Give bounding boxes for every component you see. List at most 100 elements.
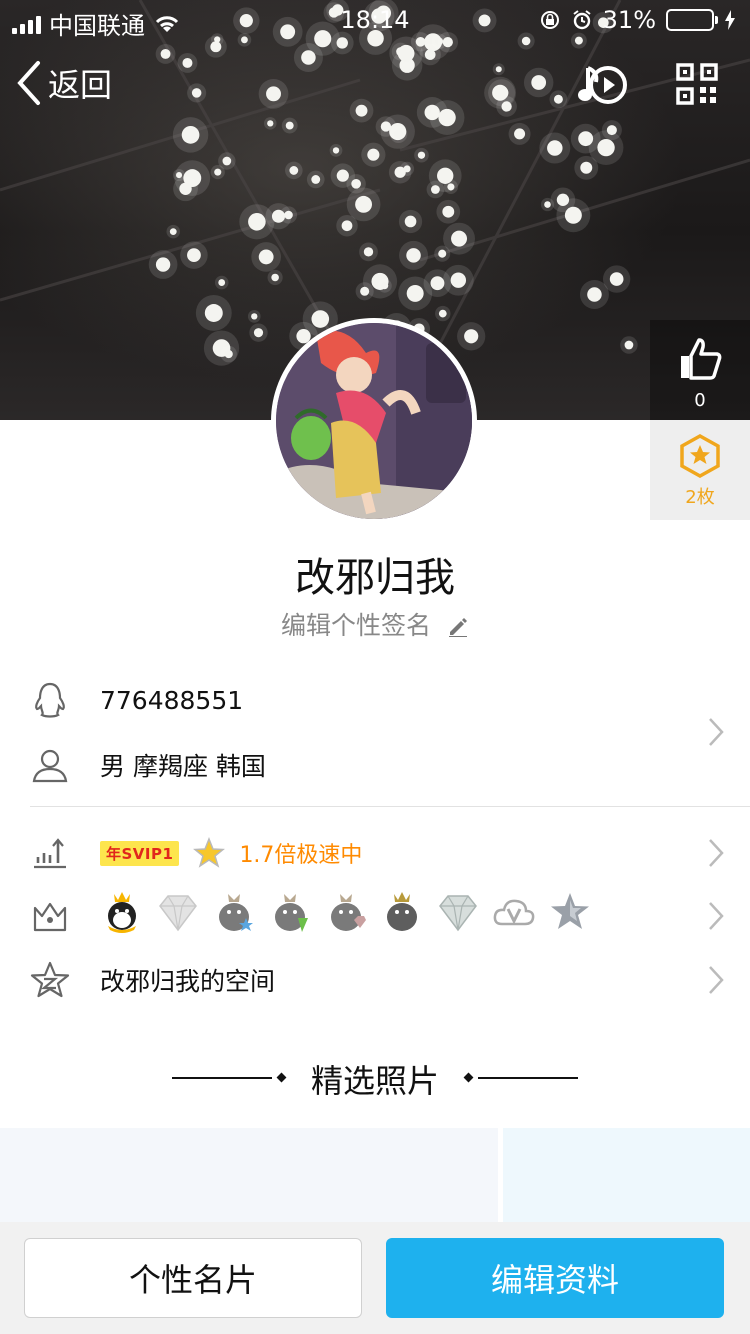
- gray-penguin-star-icon[interactable]: [212, 890, 256, 934]
- light-bulb: [253, 328, 264, 338]
- light-bulb: [182, 57, 193, 68]
- signature-edit[interactable]: 编辑个性签名: [0, 606, 750, 642]
- avatar[interactable]: [271, 318, 477, 524]
- light-bulb: [311, 310, 330, 328]
- light-bulb: [531, 75, 547, 90]
- light-bulb: [437, 167, 454, 184]
- avatar-image: [276, 323, 472, 519]
- chevron-right-icon[interactable]: [708, 717, 724, 747]
- alarm-icon: [573, 10, 591, 30]
- light-bulb: [266, 86, 281, 102]
- featured-photo[interactable]: [0, 1128, 498, 1228]
- chevron-right-icon: [709, 839, 724, 867]
- music-play-icon[interactable]: [578, 62, 630, 108]
- light-bulb: [547, 140, 563, 156]
- light-bulb: [248, 212, 266, 231]
- light-bulb: [578, 131, 594, 147]
- gender-info-row[interactable]: 男 摩羯座 韩国: [0, 735, 750, 795]
- light-bulb: [494, 86, 509, 100]
- light-bulb: [341, 220, 353, 232]
- light-bulb: [464, 329, 479, 344]
- light-bulb: [624, 340, 634, 350]
- light-bulb: [204, 304, 223, 322]
- light-bulb: [187, 248, 201, 263]
- light-bulb: [224, 349, 233, 359]
- signature-placeholder: 编辑个性签名: [281, 611, 432, 640]
- gray-penguin-crown-icon[interactable]: [380, 890, 424, 934]
- light-bulb: [451, 230, 468, 247]
- profile-card-button[interactable]: 个性名片: [24, 1238, 362, 1318]
- gray-penguin-diamond-icon[interactable]: [324, 890, 368, 934]
- back-button[interactable]: 返回: [16, 60, 112, 106]
- light-bulb: [442, 205, 455, 218]
- battery-percent: 31%: [602, 6, 656, 34]
- light-bulb: [404, 215, 417, 228]
- chevron-left-icon: [17, 61, 40, 105]
- svip-tag: 年SVIP1: [100, 840, 180, 866]
- battery-icon: [666, 9, 718, 31]
- gray-star-icon[interactable]: [548, 890, 592, 934]
- light-bulb: [301, 50, 316, 65]
- qzone-row[interactable]: 改邪归我的空间: [0, 950, 750, 1010]
- back-label: 返回: [48, 66, 113, 104]
- speed-text: 1.7倍极速中: [239, 843, 363, 868]
- light-bulb: [587, 287, 602, 302]
- light-bulb: [355, 104, 368, 117]
- qzone-star-icon: [30, 961, 70, 998]
- penguin-outline-icon: [35, 682, 65, 718]
- light-bulb: [403, 165, 411, 173]
- light-bulb: [258, 249, 274, 265]
- light-bulb: [564, 206, 582, 224]
- light-bulb: [609, 272, 624, 286]
- level-up-chart-icon: [34, 838, 66, 869]
- like-count: 0: [694, 390, 706, 411]
- light-bulb: [271, 209, 286, 223]
- light-bulb: [406, 248, 421, 263]
- light-bulb: [580, 161, 593, 174]
- featured-photo[interactable]: [503, 1128, 750, 1228]
- bottom-bar: 个性名片 编辑资料: [0, 1222, 750, 1334]
- badge-count-label: 2枚: [685, 487, 715, 508]
- edit-profile-button[interactable]: 编辑资料: [386, 1238, 724, 1318]
- light-bulb: [417, 151, 426, 159]
- light-bulb: [394, 129, 403, 139]
- chevron-right-icon: [709, 966, 724, 994]
- light-bulb: [360, 286, 370, 296]
- light-bulb: [397, 44, 415, 62]
- gray-penguin-lightning-icon[interactable]: [268, 890, 312, 934]
- divider: [30, 806, 750, 807]
- light-bulb: [155, 257, 171, 272]
- light-bulb: [495, 66, 502, 73]
- light-bulb: [176, 172, 183, 179]
- gray-cloud-v-icon[interactable]: [492, 890, 536, 934]
- qq-number-row[interactable]: 776488551: [0, 670, 750, 730]
- like-button[interactable]: 0: [650, 320, 750, 420]
- qr-code-icon[interactable]: [676, 63, 718, 105]
- light-bulb: [214, 168, 222, 176]
- orientation-lock-icon: [540, 11, 559, 29]
- pencil-icon: [448, 618, 467, 638]
- light-bulb: [450, 272, 467, 288]
- vip-row[interactable]: 年SVIP1 1.7倍极速中: [0, 823, 750, 883]
- status-bar: 中国联通 18:14 31%: [0, 0, 750, 40]
- light-bulb: [406, 284, 424, 302]
- crown-outline-icon: [33, 902, 67, 932]
- badge-button[interactable]: 2枚: [650, 420, 750, 520]
- diamond-icon[interactable]: [156, 890, 200, 934]
- light-bulb: [181, 125, 200, 144]
- light-bulb: [336, 169, 349, 182]
- section-line-right: [478, 1077, 578, 1079]
- gold-star-icon: [193, 837, 226, 868]
- gray-diamond-icon[interactable]: [436, 890, 480, 934]
- charging-icon: [725, 10, 735, 30]
- gender-info: 男 摩羯座 韩国: [100, 752, 266, 781]
- qzone-label: 改邪归我的空间: [100, 967, 276, 996]
- light-bulb: [169, 228, 177, 235]
- star-hexagon-icon: [680, 433, 720, 479]
- light-bulb: [267, 120, 274, 127]
- crown-penguin-icon[interactable]: [100, 890, 144, 934]
- light-bulb: [514, 128, 526, 140]
- light-bulb: [311, 175, 321, 184]
- light-bulb: [222, 156, 232, 166]
- badge-icons: [100, 890, 592, 934]
